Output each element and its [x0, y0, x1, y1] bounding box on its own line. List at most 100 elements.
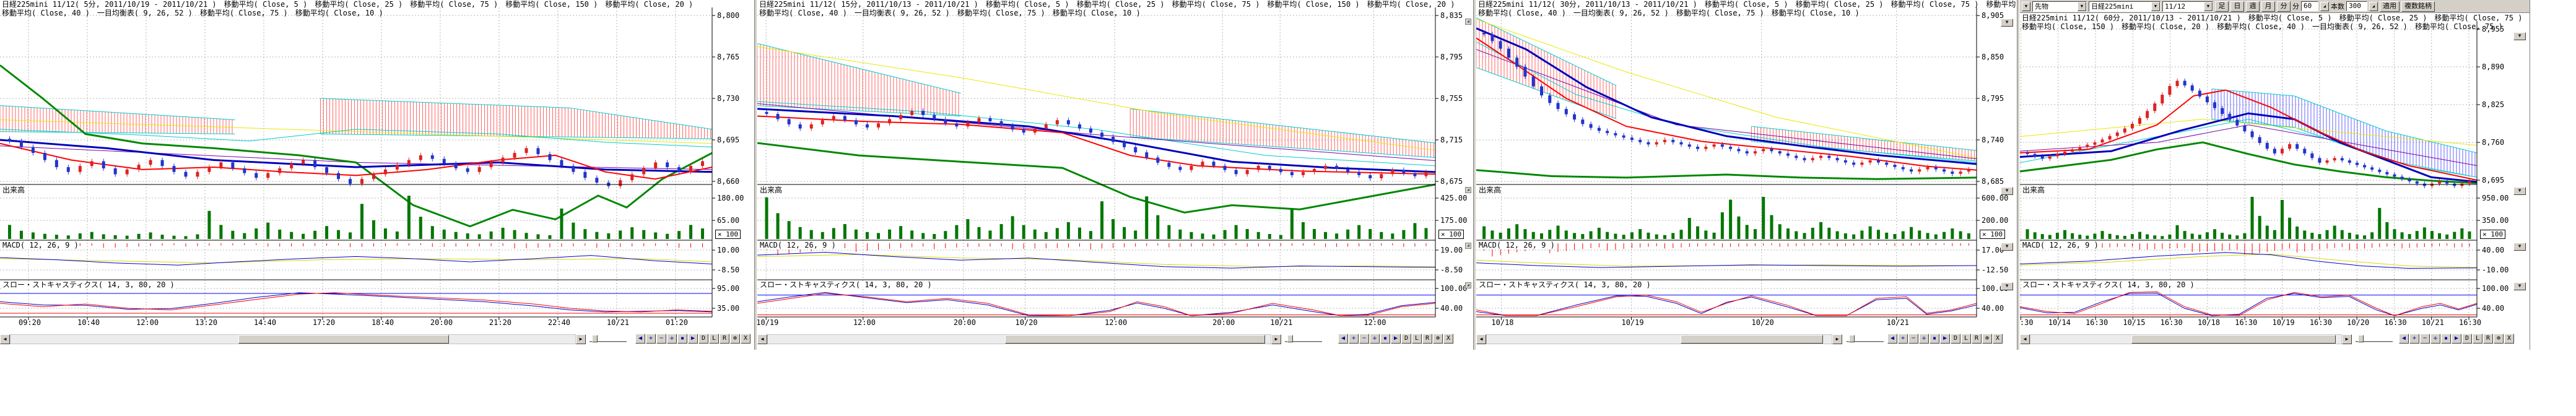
step-left-button[interactable]: ◀	[2399, 334, 2409, 344]
y-axis-label: 40.00	[1982, 304, 2004, 313]
magnifier-button[interactable]: ⊕	[730, 334, 740, 344]
period-month-button[interactable]: 月	[2261, 1, 2275, 12]
expand-pane-button[interactable]: ◢	[1465, 187, 1471, 193]
zoom-out-button[interactable]: −	[1908, 334, 1918, 344]
contract-month-select[interactable]: 11/12▼	[2162, 1, 2213, 12]
magnifier-button[interactable]: ⊕	[1982, 334, 1992, 344]
charting-workspace: { "shared": { "volume_label": "出来高", "ma…	[0, 0, 2576, 416]
d-tool-button[interactable]: D	[1401, 334, 1411, 344]
dot-mode-button[interactable]: ▪	[1930, 334, 1939, 344]
y-axis-label: 8,765	[717, 53, 739, 61]
zoom-in-button[interactable]: +	[2409, 334, 2419, 344]
magnifier-button[interactable]: ⊕	[1433, 334, 1443, 344]
close-chart-button[interactable]: X	[1443, 334, 1453, 344]
collapse-pane-button[interactable]: ▼	[2001, 19, 2013, 27]
r-tool-button[interactable]: R	[720, 334, 729, 344]
d-tool-button[interactable]: D	[1951, 334, 1960, 344]
zoom-out-button[interactable]: −	[1359, 334, 1369, 344]
scrollbar-thumb[interactable]	[238, 335, 449, 344]
zoom-in-button[interactable]: +	[646, 334, 656, 344]
r-tool-button[interactable]: R	[1422, 334, 1432, 344]
collapse-pane-button[interactable]: ▼	[2513, 187, 2526, 195]
crosshair-button[interactable]: ✛	[2430, 334, 2440, 344]
x-axis-label: 20:00	[430, 319, 453, 327]
step-left-button[interactable]: ◀	[635, 334, 645, 344]
step-right-button[interactable]: ▶	[1940, 334, 1950, 344]
step-right-button[interactable]: ▶	[688, 334, 698, 344]
step-right-button[interactable]: ▶	[1391, 334, 1401, 344]
collapse-pane-button[interactable]: ▼	[2513, 32, 2526, 40]
expand-pane-button[interactable]: ◢	[1465, 282, 1471, 288]
crosshair-button[interactable]: ✛	[667, 334, 677, 344]
scroll-left-button[interactable]: ◀	[2020, 334, 2030, 344]
magnifier-button[interactable]: ⊕	[2494, 334, 2504, 344]
expand-pane-button[interactable]: ◢	[1465, 19, 1471, 25]
d-tool-button[interactable]: D	[2462, 334, 2472, 344]
window-menu-button[interactable]: ▼	[2022, 2, 2030, 11]
symbol-select[interactable]: 日経225mini▼	[2089, 1, 2160, 12]
r-tool-button[interactable]: R	[2483, 334, 2493, 344]
scrollbar-thumb[interactable]	[1681, 335, 1823, 344]
step-left-button[interactable]: ◀	[1338, 334, 1348, 344]
bar-type-button[interactable]: 足	[2215, 1, 2229, 12]
chevron-down-icon[interactable]: ▼	[2078, 2, 2086, 11]
dot-mode-button[interactable]: ▪	[677, 334, 687, 344]
field-label: 本数	[2331, 1, 2344, 11]
window-separator[interactable]	[2017, 0, 2020, 350]
zoom-out-button[interactable]: −	[656, 334, 666, 344]
period-minute-button[interactable]: 分	[2277, 1, 2291, 12]
instrument-type-select[interactable]: 先物▼	[2032, 1, 2087, 12]
collapse-pane-button[interactable]: ▼	[2001, 187, 2013, 195]
dot-mode-button[interactable]: ▪	[1380, 334, 1390, 344]
period-week-button[interactable]: 週	[2246, 1, 2260, 12]
multi-symbol-button[interactable]: 複数銘柄	[2401, 1, 2435, 12]
close-chart-button[interactable]: X	[2504, 334, 2514, 344]
scrollbar-thumb[interactable]	[1005, 335, 1265, 344]
dot-mode-button[interactable]: ▪	[2441, 334, 2451, 344]
collapse-pane-button[interactable]: ▼	[2513, 243, 2526, 251]
zoom-slider-handle[interactable]	[2358, 335, 2364, 342]
minutes-input[interactable]: 60	[2301, 1, 2318, 11]
line-tool-button[interactable]: L	[1412, 334, 1422, 344]
zoom-out-button[interactable]: −	[2420, 334, 2430, 344]
line-tool-button[interactable]: L	[1961, 334, 1971, 344]
window-separator[interactable]	[1473, 0, 1476, 350]
window-separator[interactable]	[754, 0, 757, 350]
y-axis-label: 600.00	[1982, 194, 2008, 202]
zoom-in-button[interactable]: +	[1898, 334, 1908, 344]
bars-count-input[interactable]: 300	[2346, 1, 2367, 11]
scroll-right-button[interactable]: ▶	[1832, 334, 1842, 344]
chevron-down-icon[interactable]: ▼	[2151, 2, 2160, 11]
d-tool-button[interactable]: D	[698, 334, 708, 344]
step-left-button[interactable]: ◀	[1887, 334, 1897, 344]
scrollbar-thumb[interactable]	[2131, 335, 2336, 344]
apply-button[interactable]: 適用	[2380, 1, 2400, 12]
y-axis-label: -12.50	[1982, 266, 2008, 274]
scroll-right-button[interactable]: ▶	[2342, 334, 2352, 344]
line-tool-button[interactable]: L	[709, 334, 719, 344]
line-tool-button[interactable]: L	[2473, 334, 2482, 344]
spinner-icon[interactable]: ◢	[2369, 2, 2378, 11]
zoom-slider-handle[interactable]	[592, 335, 598, 342]
collapse-pane-button[interactable]: ▼	[2001, 282, 2013, 290]
zoom-slider-handle[interactable]	[1849, 335, 1855, 342]
zoom-in-button[interactable]: +	[1349, 334, 1359, 344]
expand-pane-button[interactable]: ◢	[1465, 243, 1471, 249]
step-right-button[interactable]: ▶	[2452, 334, 2461, 344]
close-chart-button[interactable]: X	[741, 334, 751, 344]
scroll-left-button[interactable]: ◀	[0, 334, 10, 344]
scroll-left-button[interactable]: ◀	[757, 334, 767, 344]
collapse-pane-button[interactable]: ▼	[2001, 243, 2013, 251]
scroll-right-button[interactable]: ▶	[576, 334, 586, 344]
collapse-pane-button[interactable]: ▼	[2513, 282, 2526, 290]
r-tool-button[interactable]: R	[1972, 334, 1982, 344]
chevron-down-icon[interactable]: ▼	[2204, 2, 2213, 11]
crosshair-button[interactable]: ✛	[1919, 334, 1929, 344]
spinner-icon[interactable]: ◢	[2320, 2, 2329, 11]
zoom-slider-handle[interactable]	[1287, 335, 1293, 342]
scroll-left-button[interactable]: ◀	[1476, 334, 1486, 344]
crosshair-button[interactable]: ✛	[1370, 334, 1380, 344]
scroll-right-button[interactable]: ▶	[1271, 334, 1281, 344]
close-chart-button[interactable]: X	[1993, 334, 2003, 344]
period-day-button[interactable]: 日	[2230, 1, 2244, 12]
